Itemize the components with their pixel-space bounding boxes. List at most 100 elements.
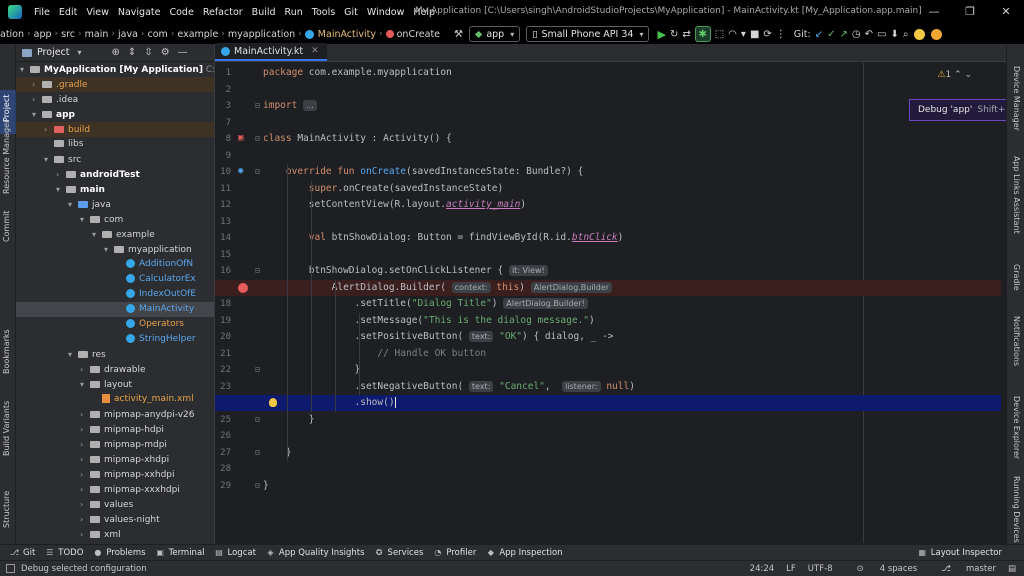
code-line[interactable]: class MainActivity : Activity() {: [215, 131, 1001, 147]
tree-item[interactable]: ▾ src: [16, 152, 214, 167]
todo-tool-button[interactable]: ☰ TODO: [45, 548, 83, 558]
tree-item[interactable]: StringHelper: [16, 332, 214, 347]
rollback-icon[interactable]: ↶: [865, 26, 873, 42]
chevron-down-icon[interactable]: ▾: [80, 377, 90, 392]
project-view-selector[interactable]: Project: [37, 47, 70, 58]
build-variants-tool-tab[interactable]: Build Variants: [2, 401, 11, 456]
restore-icon[interactable]: ❐: [952, 0, 988, 24]
tree-item[interactable]: › androidTest: [16, 167, 214, 182]
code-line[interactable]: [215, 148, 1001, 164]
code-area[interactable]: 1 package com.example.myapplication 2 3 impo…: [215, 63, 1007, 543]
settings-icon[interactable]: [914, 26, 926, 42]
file-encoding[interactable]: UTF-8: [808, 564, 833, 574]
fold-icon[interactable]: ⊟: [255, 481, 260, 490]
search-icon[interactable]: ⌕: [903, 26, 909, 42]
code-line[interactable]: super.onCreate(savedInstanceState): [215, 181, 1001, 197]
chevron-right-icon[interactable]: ›: [80, 467, 90, 482]
history-icon[interactable]: ◷: [852, 26, 861, 42]
code-line[interactable]: }: [215, 362, 1001, 378]
menu-edit[interactable]: Edit: [59, 7, 77, 18]
code-line[interactable]: }: [215, 478, 1001, 494]
breadcrumb-item[interactable]: java: [118, 29, 138, 40]
code-line[interactable]: .setNegativeButton( text: "Cancel", list…: [215, 379, 1001, 395]
git-branch[interactable]: ⎇ master: [929, 564, 996, 574]
chevron-right-icon[interactable]: ›: [80, 482, 90, 497]
chevron-right-icon[interactable]: ›: [32, 77, 42, 92]
tree-item[interactable]: › xml: [16, 527, 214, 542]
device-explorer-tool-tab[interactable]: Device Explorer: [1012, 396, 1021, 459]
code-line[interactable]: .setTitle("Dialog Title") AlertDialog.Bu…: [215, 296, 1001, 312]
fold-icon[interactable]: ⊟: [255, 365, 260, 374]
layout-inspector-button[interactable]: ▦ Layout Inspector: [918, 548, 1002, 558]
menu-tools[interactable]: Tools: [312, 7, 335, 18]
apply-changes-icon[interactable]: ⇄: [682, 26, 690, 42]
chevron-right-icon[interactable]: ›: [80, 422, 90, 437]
line-separator[interactable]: LF: [786, 564, 796, 574]
code-line[interactable]: btnShowDialog.setOnClickListener { it: V…: [215, 263, 1001, 279]
tree-item[interactable]: CalculatorEx: [16, 272, 214, 287]
more-icon[interactable]: ⋮: [776, 26, 786, 42]
structure-tool-tab[interactable]: Structure: [2, 491, 11, 528]
notifications-status-icon[interactable]: ▤: [1008, 564, 1016, 574]
tree-item[interactable]: › mipmap-xxxhdpi: [16, 482, 214, 497]
breadcrumb-item[interactable]: onCreate: [385, 29, 440, 40]
commit-tool-tab[interactable]: Commit: [2, 211, 11, 242]
gradle-tool-tab[interactable]: Gradle: [1012, 264, 1021, 291]
fold-icon[interactable]: ⊟: [255, 101, 260, 110]
tree-item[interactable]: ▾ com: [16, 212, 214, 227]
menu-navigate[interactable]: Navigate: [118, 7, 161, 18]
tree-item[interactable]: AdditionOfN: [16, 257, 214, 272]
chevron-down-icon[interactable]: ▾: [32, 107, 42, 122]
expand-all-icon[interactable]: ⇕: [128, 47, 136, 58]
code-line[interactable]: setContentView(R.layout.activity_main): [215, 197, 1001, 213]
code-line[interactable]: val btnShowDialog: Button = findViewById…: [215, 230, 1001, 246]
menu-file[interactable]: File: [34, 7, 50, 18]
tab-mainactivity[interactable]: MainActivity.kt ✕: [215, 43, 327, 61]
breadcrumb-item[interactable]: app: [34, 29, 52, 40]
tree-item[interactable]: ▾ example: [16, 227, 214, 242]
locate-icon[interactable]: ⊕: [112, 47, 120, 58]
menu-run[interactable]: Run: [285, 7, 303, 18]
git-push-icon[interactable]: ↗: [840, 26, 848, 42]
device-manager-tool-tab[interactable]: Device Manager: [1012, 66, 1021, 131]
breadcrumb-item[interactable]: example: [177, 29, 218, 40]
tree-item[interactable]: ▾ res: [16, 347, 214, 362]
chevron-down-icon[interactable]: ▾: [56, 182, 66, 197]
gear-icon[interactable]: ⚙: [161, 47, 170, 58]
code-line[interactable]: [215, 82, 1001, 98]
override-gutter-icon[interactable]: ◉: [238, 166, 243, 176]
attach-debugger-icon[interactable]: ⬚: [715, 26, 724, 42]
menu-git[interactable]: Git: [344, 7, 358, 18]
chevron-down-icon[interactable]: ▾: [68, 197, 78, 212]
chevron-down-icon[interactable]: ▾: [80, 212, 90, 227]
tree-item[interactable]: MainActivity: [16, 302, 214, 317]
app-links-assistant-tool-tab[interactable]: App Links Assistant: [1012, 156, 1021, 234]
git-tool-button[interactable]: ⎇ Git: [10, 548, 35, 558]
app-quality-insights-tool-button[interactable]: ◈ App Quality Insights: [266, 548, 364, 558]
rerun-icon[interactable]: ↻: [670, 26, 678, 42]
menu-code[interactable]: Code: [169, 7, 193, 18]
chevron-right-icon[interactable]: ›: [80, 362, 90, 377]
tree-item[interactable]: ▾ layout: [16, 377, 214, 392]
more-run-icon[interactable]: ▾: [741, 26, 746, 42]
git-update-icon[interactable]: ↙: [815, 26, 823, 42]
chevron-down-icon[interactable]: ▾: [92, 227, 102, 242]
device-manager-icon[interactable]: ▭: [877, 26, 886, 42]
chevron-right-icon[interactable]: ›: [44, 122, 54, 137]
indent-setting[interactable]: ⊙ 4 spaces: [845, 564, 918, 574]
warning-indicator[interactable]: ⚠1 ⌃ ⌄: [937, 70, 972, 80]
hammer-icon[interactable]: ⚒: [454, 26, 463, 42]
tree-item[interactable]: › values-night: [16, 512, 214, 527]
fold-icon[interactable]: ⊟: [255, 266, 260, 275]
chevron-right-icon[interactable]: ›: [80, 452, 90, 467]
chevron-down-icon[interactable]: ▾: [20, 62, 30, 77]
tree-item[interactable]: › build: [16, 122, 214, 137]
sync-icon[interactable]: ⟳: [763, 26, 771, 42]
menu-view[interactable]: View: [86, 7, 109, 18]
chevron-right-icon[interactable]: ›: [32, 92, 42, 107]
tree-item[interactable]: ▾ MyApplication [My Application] C:\Use: [16, 62, 214, 77]
code-line[interactable]: [215, 461, 1001, 477]
tree-item[interactable]: ▾ myapplication: [16, 242, 214, 257]
breadcrumb-item[interactable]: MainActivity: [304, 29, 376, 40]
problems-tool-button[interactable]: ● Problems: [93, 548, 145, 558]
